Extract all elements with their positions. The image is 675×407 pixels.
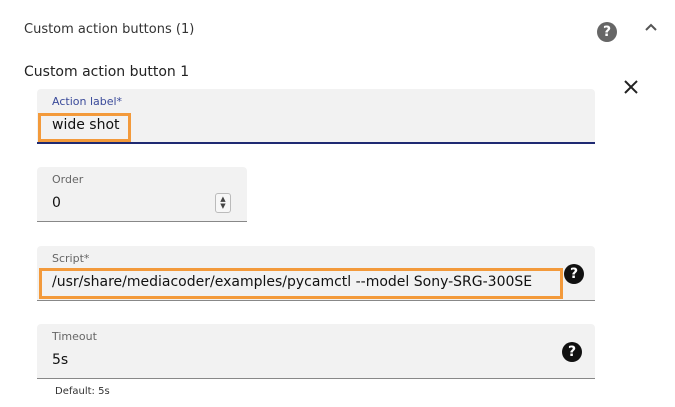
chevron-up-icon[interactable] [643,20,659,36]
script-value[interactable]: /usr/share/mediacoder/examples/pycamctl … [52,274,532,290]
order-field[interactable]: Order 0 ▲ ▼ [37,167,247,222]
action-label-value[interactable]: wide shot [52,117,120,133]
close-icon[interactable] [622,78,640,96]
order-label: Order [52,173,84,186]
timeout-helper-text: Default: 5s [55,386,110,397]
order-value[interactable]: 0 [52,195,61,211]
order-stepper[interactable]: ▲ ▼ [215,193,231,213]
timeout-help-icon[interactable]: ? [562,342,582,362]
section-title: Custom action buttons (1) [24,22,195,37]
section-help-icon[interactable]: ? [597,22,617,42]
script-help-icon[interactable]: ? [564,264,584,284]
script-field[interactable]: Script* /usr/share/mediacoder/examples/p… [37,246,595,301]
timeout-field[interactable]: Timeout 5s [37,324,595,379]
action-label-field[interactable]: Action label* wide shot [37,89,595,144]
script-label: Script* [52,252,90,265]
action-label-label: Action label* [52,95,123,108]
timeout-value[interactable]: 5s [52,352,68,368]
custom-button-title: Custom action button 1 [24,64,190,80]
stepper-down-icon[interactable]: ▼ [220,203,225,210]
timeout-label: Timeout [52,330,97,343]
